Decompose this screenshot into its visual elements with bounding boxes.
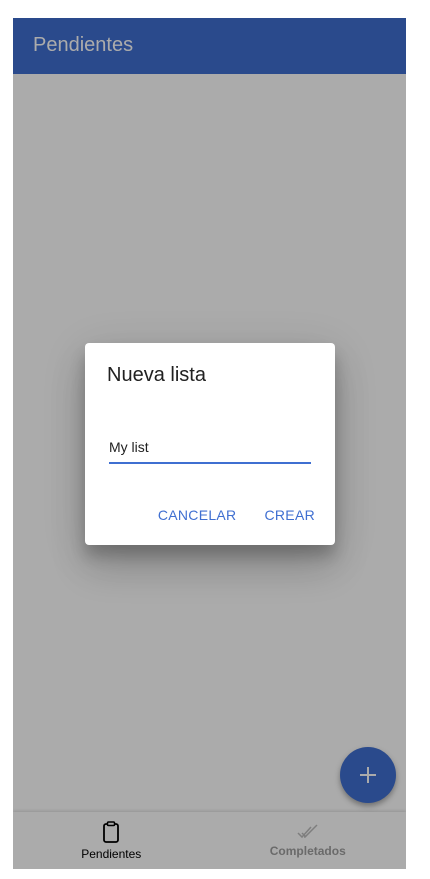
create-button[interactable]: CREAR <box>264 507 315 523</box>
new-list-dialog: Nueva lista CANCELAR CREAR <box>85 343 335 545</box>
dialog-actions: CANCELAR CREAR <box>158 507 315 523</box>
dialog-title: Nueva lista <box>107 364 206 386</box>
cancel-button[interactable]: CANCELAR <box>158 507 237 523</box>
app-screen: Pendientes Pendientes Completados Nueva … <box>13 18 406 869</box>
list-name-input[interactable] <box>109 432 311 464</box>
